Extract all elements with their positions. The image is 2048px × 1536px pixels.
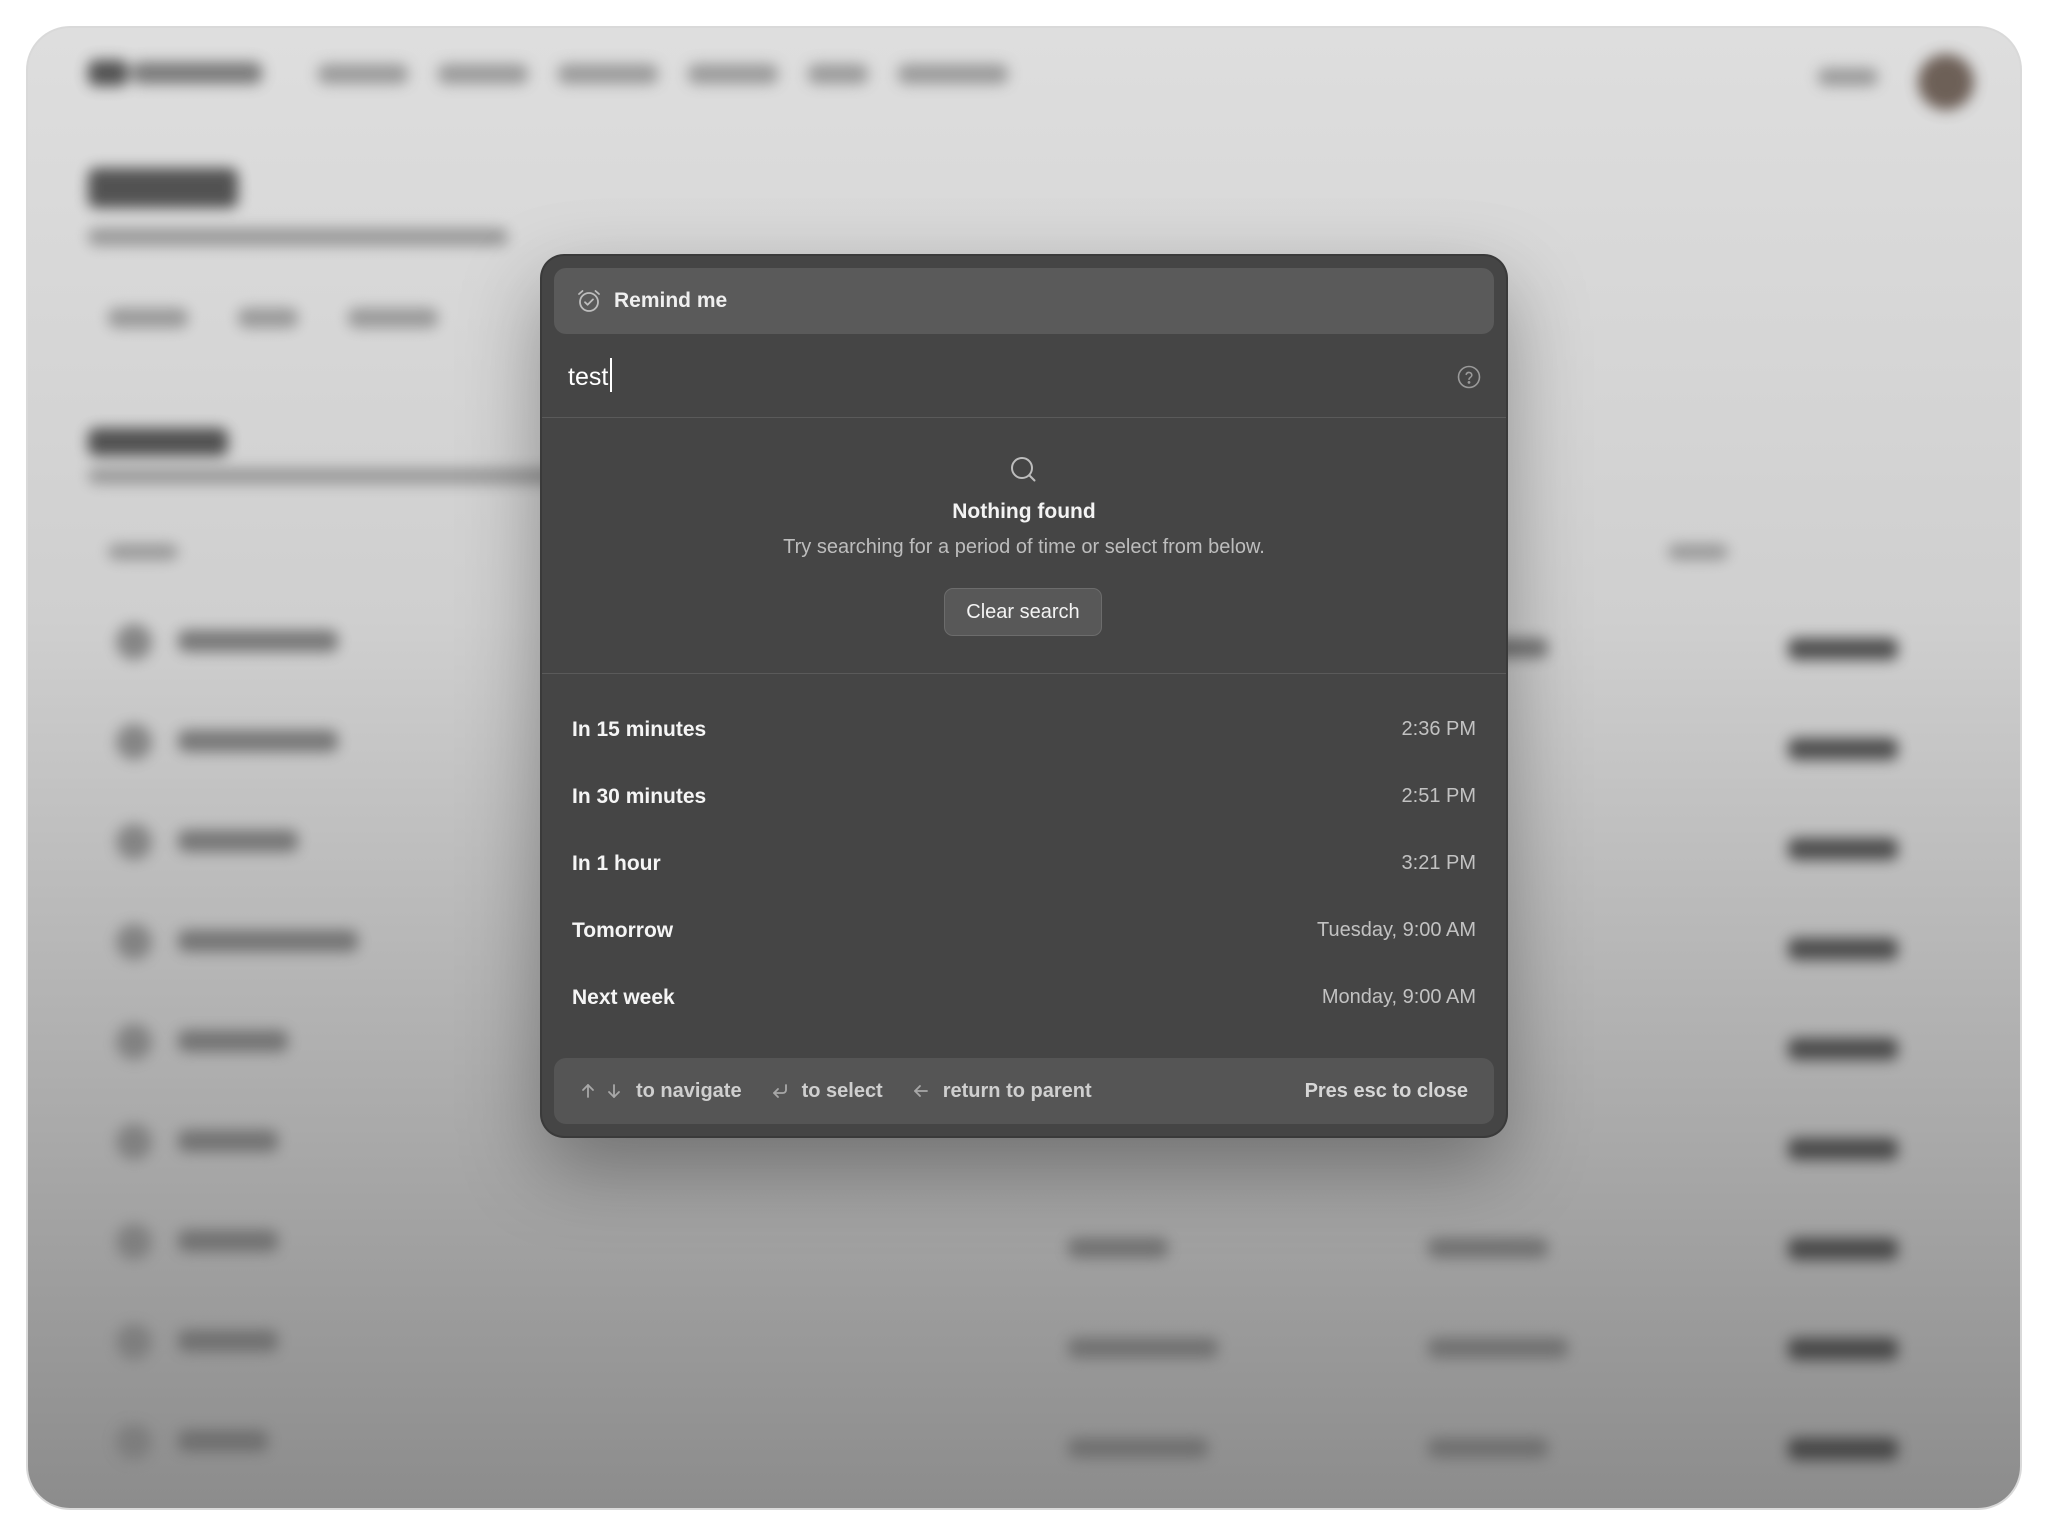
- option-label: Tomorrow: [572, 918, 674, 942]
- bg-nav-item: [688, 64, 778, 84]
- bg-cell: [1788, 638, 1898, 660]
- hint-return-label: return to parent: [942, 1079, 1092, 1102]
- option-in-30-minutes[interactable]: In 30 minutes 2:51 PM: [554, 763, 1494, 830]
- option-time: Tuesday, 9:00 AM: [1317, 919, 1476, 941]
- bg-row-text: [178, 830, 298, 852]
- option-time: 2:51 PM: [1401, 785, 1476, 807]
- bg-tab: [238, 308, 298, 328]
- bg-header-link: [1818, 68, 1878, 86]
- bg-logo: [88, 60, 128, 86]
- search-row: [542, 334, 1506, 418]
- hint-select-label: to select: [801, 1079, 883, 1102]
- bg-row-icon: [116, 824, 152, 860]
- hint-select: to select: [770, 1080, 883, 1103]
- dialog-title: Remind me: [614, 289, 728, 312]
- hint-close: Pres esc to close: [1304, 1079, 1468, 1102]
- keyboard-hints-footer: to navigate to select return to parent P…: [554, 1058, 1494, 1124]
- option-tomorrow[interactable]: Tomorrow Tuesday, 9:00 AM: [554, 897, 1494, 964]
- option-label: In 30 minutes: [572, 784, 707, 808]
- bg-cell: [1788, 1038, 1898, 1060]
- bg-row-text: [178, 1030, 288, 1052]
- bg-tab: [348, 308, 438, 328]
- bg-cell: [1788, 1438, 1898, 1460]
- bg-logo-text: [132, 62, 262, 84]
- remind-me-dialog: Remind me Nothing found Try searching fo…: [542, 256, 1506, 1136]
- bg-row-icon: [116, 724, 152, 760]
- arrow-down-icon: [608, 1084, 620, 1098]
- bg-cell: [1428, 1338, 1568, 1358]
- bg-col-header: [1668, 544, 1728, 560]
- bg-row-icon: [116, 1424, 152, 1460]
- text-caret: [610, 358, 612, 392]
- bg-cell: [1788, 1238, 1898, 1260]
- option-time: 3:21 PM: [1401, 852, 1476, 874]
- bg-row-text: [178, 1330, 278, 1352]
- bg-nav-item: [558, 64, 658, 84]
- bg-row-icon: [116, 624, 152, 660]
- bg-cell: [1428, 1238, 1548, 1258]
- bg-nav-item: [438, 64, 528, 84]
- bg-nav-item: [318, 64, 408, 84]
- bg-cell: [1068, 1338, 1218, 1358]
- enter-icon: [772, 1084, 787, 1098]
- option-time: 2:36 PM: [1401, 718, 1476, 740]
- bg-row-icon: [116, 924, 152, 960]
- empty-state-title: Nothing found: [952, 500, 1096, 523]
- bg-cell: [1788, 938, 1898, 960]
- bg-cell: [1068, 1238, 1168, 1258]
- clear-search-button[interactable]: Clear search: [944, 588, 1102, 636]
- search-icon: [1011, 457, 1036, 482]
- option-label: Next week: [572, 985, 675, 1009]
- help-circle-icon[interactable]: [1456, 364, 1482, 390]
- empty-state: Nothing found Try searching for a period…: [542, 418, 1506, 674]
- alarm-clock-icon: [578, 290, 600, 312]
- bg-cell: [1788, 1138, 1898, 1160]
- bg-row-icon: [116, 1024, 152, 1060]
- dialog-header: Remind me: [554, 268, 1494, 334]
- bg-cell: [1788, 838, 1898, 860]
- option-time: Monday, 9:00 AM: [1321, 986, 1476, 1008]
- bg-page-title: [88, 168, 238, 208]
- bg-row-icon: [116, 1224, 152, 1260]
- bg-tab: [108, 308, 188, 328]
- option-label: In 15 minutes: [572, 717, 707, 741]
- bg-row-text: [178, 1230, 278, 1252]
- bg-row-text: [178, 1130, 278, 1152]
- bg-section-title: [88, 428, 228, 456]
- bg-row-text: [178, 1430, 268, 1452]
- option-in-15-minutes[interactable]: In 15 minutes 2:36 PM: [554, 696, 1494, 763]
- bg-row-icon: [116, 1124, 152, 1160]
- bg-col-header: [108, 544, 178, 560]
- search-input[interactable]: [566, 354, 1430, 400]
- bg-page-subtitle: [88, 228, 508, 246]
- arrow-up-icon: [582, 1084, 594, 1098]
- hint-navigate-label: to navigate: [636, 1079, 742, 1102]
- hint-navigate: to navigate: [578, 1080, 742, 1103]
- option-in-1-hour[interactable]: In 1 hour 3:21 PM: [554, 830, 1494, 897]
- empty-state-subtitle: Try searching for a period of time or se…: [783, 536, 1265, 558]
- bg-cell: [1788, 738, 1898, 760]
- bg-nav-item: [898, 64, 1008, 84]
- bg-cell: [1068, 1438, 1208, 1458]
- bg-row-text: [178, 630, 338, 652]
- arrow-left-icon: [913, 1085, 928, 1097]
- bg-cell: [1428, 1438, 1548, 1458]
- bg-row-text: [178, 930, 358, 952]
- bg-row-text: [178, 730, 338, 752]
- bg-nav-item: [808, 64, 868, 84]
- reminder-options-list: In 15 minutes 2:36 PM In 30 minutes 2:51…: [542, 696, 1506, 1031]
- bg-section-subtitle: [88, 468, 608, 484]
- hint-return-to-parent: return to parent: [911, 1080, 1092, 1103]
- bg-row-icon: [116, 1324, 152, 1360]
- option-label: In 1 hour: [572, 851, 661, 875]
- option-next-week[interactable]: Next week Monday, 9:00 AM: [554, 964, 1494, 1031]
- bg-avatar: [1918, 54, 1974, 110]
- bg-cell: [1788, 1338, 1898, 1360]
